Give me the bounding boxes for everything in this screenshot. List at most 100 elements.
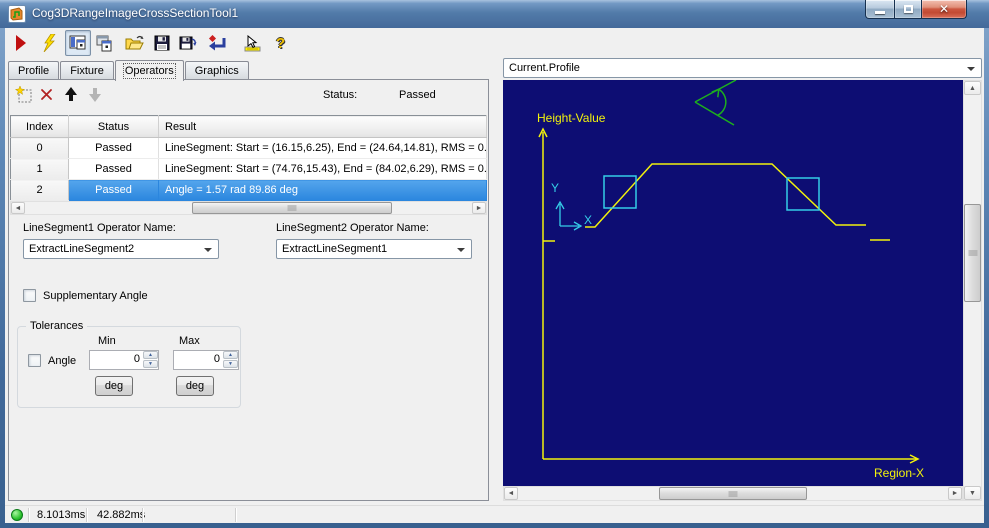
cell-status[interactable]: Passed — [68, 179, 159, 201]
angle-tolerance-checkbox[interactable] — [28, 354, 41, 367]
linesegment1-combobox[interactable]: ExtractLineSegment2 — [23, 239, 219, 259]
run-button[interactable] — [13, 32, 29, 54]
chart-v-scrollbar[interactable]: ▲ ▼ — [963, 80, 982, 501]
thumb-grip — [287, 205, 297, 211]
reset-button[interactable] — [208, 32, 226, 54]
tab-operators[interactable]: Operators — [114, 60, 184, 81]
open-button[interactable] — [125, 32, 144, 54]
table-row-selected[interactable]: 2 Passed Angle = 1.57 rad 89.86 deg — [10, 179, 487, 201]
spin-up-icon[interactable]: ▲ — [223, 351, 238, 359]
move-down-icon — [89, 88, 101, 102]
run-icon — [16, 35, 26, 51]
cell-status[interactable]: Passed — [68, 158, 159, 180]
scroll-left-icon[interactable]: ◄ — [11, 202, 25, 214]
close-button[interactable]: ✕ — [922, 0, 967, 19]
save-as-button[interactable] — [179, 32, 198, 54]
supplementary-angle-checkbox[interactable] — [23, 289, 36, 302]
save-button[interactable] — [154, 32, 170, 54]
open-folder-icon — [125, 35, 144, 50]
maximize-button[interactable] — [895, 0, 922, 19]
statusbar-separator — [142, 508, 143, 522]
execution-time: 8.1013ms — [37, 509, 86, 521]
spin-up-icon[interactable]: ▲ — [143, 351, 158, 359]
cell-result[interactable]: LineSegment: Start = (74.76,15.43), End … — [158, 158, 487, 180]
col-header-result[interactable]: Result — [158, 115, 487, 138]
scroll-down-icon[interactable]: ▼ — [964, 486, 981, 500]
move-up-button[interactable] — [63, 86, 81, 104]
supplementary-angle-label: Supplementary Angle — [43, 290, 148, 302]
tab-fixture[interactable]: Fixture — [60, 61, 114, 80]
scroll-thumb[interactable] — [964, 204, 981, 302]
chevron-down-icon[interactable] — [967, 67, 975, 71]
table-row[interactable]: 1 Passed LineSegment: Start = (74.76,15.… — [10, 158, 487, 180]
chevron-down-icon[interactable] — [204, 248, 212, 252]
tool-window: Cog3DRangeImageCrossSectionTool1 ✕ ? Pro… — [0, 0, 989, 528]
linesegment2-combobox[interactable]: ExtractLineSegment1 — [276, 239, 472, 259]
spinner: ▲ ▼ — [223, 351, 238, 369]
floppy-save-as-icon — [179, 36, 197, 50]
angle-label: Angle — [48, 355, 77, 367]
minimize-icon — [875, 10, 885, 14]
display-selector-combobox[interactable]: Current.Profile — [503, 58, 982, 78]
angle-max-value[interactable]: 0 — [174, 353, 220, 365]
window-title: Cog3DRangeImageCrossSectionTool1 — [32, 6, 239, 20]
delete-icon — [41, 89, 52, 100]
show-floating-tool-window-button[interactable] — [65, 30, 91, 56]
scroll-thumb[interactable] — [192, 202, 392, 214]
delete-operator-button[interactable] — [39, 86, 57, 104]
col-header-status[interactable]: Status — [68, 115, 159, 138]
angle-min-updown[interactable]: 0 ▲ ▼ — [89, 350, 159, 370]
cell-status[interactable]: Passed — [68, 137, 159, 159]
spinner: ▲ ▼ — [143, 351, 158, 369]
statusbar-separator — [235, 508, 236, 522]
extract-segment-region-box[interactable] — [603, 175, 637, 209]
tab-profile[interactable]: Profile — [8, 61, 60, 80]
status-value: Passed — [399, 89, 436, 101]
max-deg-button[interactable]: deg — [176, 376, 214, 396]
show-tool-windows-button[interactable] — [95, 32, 113, 54]
axes — [538, 127, 920, 464]
run-continuous-button[interactable] — [41, 32, 57, 54]
chevron-down-icon[interactable] — [457, 248, 465, 252]
cell-index[interactable]: 1 — [10, 158, 69, 180]
cell-result[interactable]: Angle = 1.57 rad 89.86 deg — [158, 179, 487, 201]
profile-display[interactable]: Height-Value Region-X Y X — [503, 80, 963, 486]
marker-y-label: Y — [551, 181, 559, 195]
thumb-grip — [728, 491, 738, 496]
thumb-grip — [968, 250, 977, 256]
angle-arm — [694, 101, 735, 126]
chart-h-scrollbar[interactable]: ◄ ► — [503, 486, 963, 501]
min-deg-button[interactable]: deg — [95, 376, 133, 396]
tab-graphics[interactable]: Graphics — [184, 61, 249, 80]
scroll-right-icon[interactable]: ► — [948, 487, 962, 500]
scroll-right-icon[interactable]: ► — [472, 202, 486, 214]
spin-down-icon[interactable]: ▼ — [143, 360, 158, 368]
minimize-button[interactable] — [865, 0, 895, 19]
linesegment2-label: LineSegment2 Operator Name: — [276, 222, 429, 234]
close-icon: ✕ — [938, 2, 950, 16]
reset-arrow-icon — [208, 34, 226, 50]
help-button[interactable]: ? — [276, 32, 285, 54]
y-axis-label: Height-Value — [537, 111, 606, 125]
move-down-button[interactable] — [87, 86, 105, 104]
table-h-scrollbar[interactable]: ◄ ► — [10, 201, 487, 215]
scroll-up-icon[interactable]: ▲ — [964, 81, 981, 95]
titlebar[interactable]: Cog3DRangeImageCrossSectionTool1 ✕ — [0, 0, 989, 28]
profile-plot[interactable]: Height-Value Region-X Y X — [503, 80, 963, 486]
scroll-left-icon[interactable]: ◄ — [504, 487, 518, 500]
electrode-button[interactable] — [242, 32, 262, 54]
angle-max-updown[interactable]: 0 ▲ ▼ — [173, 350, 239, 370]
add-operator-button[interactable] — [14, 85, 33, 104]
cell-index[interactable]: 0 — [10, 137, 69, 159]
table-row[interactable]: 0 Passed LineSegment: Start = (16.15,6.2… — [10, 137, 487, 159]
scroll-thumb[interactable] — [659, 487, 807, 500]
cell-result[interactable]: LineSegment: Start = (16.15,6.25), End =… — [158, 137, 487, 159]
tolerances-groupbox: Tolerances Min Max Angle 0 ▲ ▼ 0 ▲ ▼ deg… — [17, 320, 241, 408]
cascade-windows-icon — [96, 35, 112, 51]
spin-down-icon[interactable]: ▼ — [223, 360, 238, 368]
col-header-index[interactable]: Index — [10, 115, 69, 138]
angle-min-value[interactable]: 0 — [90, 353, 140, 365]
cell-index[interactable]: 2 — [10, 179, 69, 201]
display-selector-value: Current.Profile — [509, 62, 580, 74]
linesegment1-label: LineSegment1 Operator Name: — [23, 222, 176, 234]
